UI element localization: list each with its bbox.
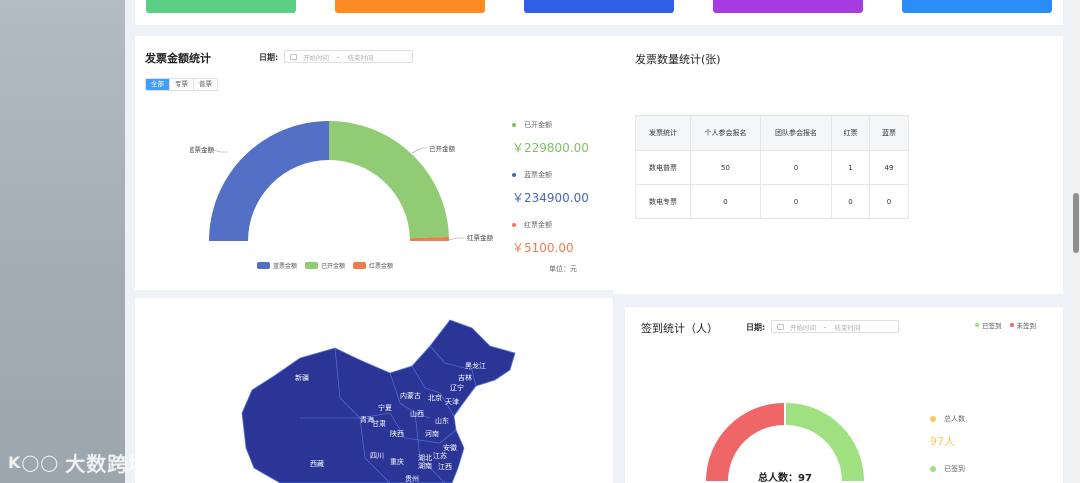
legend-signed[interactable]: 已签到 — [975, 320, 1002, 330]
slice-label-orange: 红票金额 — [467, 233, 494, 242]
qty-header: 个人参会报名 — [690, 115, 761, 151]
map-province-label: 黑龙江 — [465, 361, 486, 370]
slice-label-green: 已开金额 — [429, 144, 456, 153]
page-scrollbar[interactable] — [1072, 0, 1080, 483]
stat-total: 总人数 97人 — [930, 415, 965, 448]
calendar-icon — [290, 53, 297, 60]
stat-issued: 已开金额 ￥229800.00 — [512, 121, 589, 155]
stat-signed: 已签到 — [930, 464, 965, 474]
map-province-label: 重庆 — [390, 457, 404, 466]
slice-label-blue: 蓝票金额 — [190, 145, 215, 154]
calendar-icon — [777, 323, 784, 330]
summary-card[interactable] — [335, 0, 485, 13]
map-province-label: 贵州 — [405, 474, 419, 483]
map-province-label: 湖南 — [418, 461, 432, 470]
table-row: 数电普票 50 0 1 49 — [635, 150, 909, 185]
qty-header: 团队参会报名 — [760, 115, 832, 151]
donut-center-text: 总人数：97 — [758, 471, 812, 483]
summary-card[interactable] — [902, 0, 1052, 13]
qty-header: 发票统计 — [635, 115, 691, 151]
signin-legend: 已签到 未签到 — [975, 320, 1036, 330]
stat-blue: 蓝票金额 ￥234900.00 — [512, 171, 589, 205]
signin-date-range[interactable]: 开始时间 - 结束时间 — [771, 320, 899, 333]
scrollbar-thumb[interactable] — [1073, 193, 1079, 253]
summary-card[interactable] — [524, 0, 674, 13]
donut-signed[interactable] — [786, 403, 864, 481]
stat-red: 红票金额 ￥5100.00 — [512, 221, 574, 255]
map-province-label: 吉林 — [458, 373, 472, 382]
qty-header: 红票 — [831, 115, 870, 151]
left-rail — [0, 0, 125, 483]
start-date-input[interactable]: 开始时间 — [303, 52, 329, 62]
map-province-label: 新疆 — [295, 373, 309, 382]
legend-item-green[interactable]: 已开金额 — [305, 261, 345, 270]
signin-title: 签到统计（人） — [641, 322, 718, 335]
watermark-logo-icon: K◯◯ — [8, 453, 60, 472]
map-province-label: 陕西 — [390, 429, 404, 438]
end-date-input[interactable]: 结束时间 — [347, 52, 373, 62]
map-panel: 黑龙江 吉林 辽宁 内蒙古 北京 新疆 宁夏 山西 青海 甘肃 陕西 河南 山东 西藏 四川 重庆 湖北 安徽 江苏… — [135, 298, 613, 483]
map-province-label: 江苏 — [433, 451, 447, 460]
signin-panel: 签到统计（人） 日期: 开始时间 - 结束时间 已签到 未签到 总人数：97 总… — [625, 307, 1063, 483]
top-cards-panel — [135, 0, 1063, 25]
signin-date-label: 日期: — [746, 323, 766, 332]
map-province-label: 山东 — [435, 416, 449, 425]
qty-panel: 发票数量统计(张) 发票统计 个人参会报名 团队参会报名 红票 蓝票 数电普票 5… — [613, 36, 1063, 294]
map-province-label: 河南 — [425, 429, 439, 438]
map-province-label: 宁夏 — [378, 403, 392, 412]
map-province-label: 江西 — [438, 463, 452, 471]
watermark: K◯◯ 大数跨境 — [8, 448, 149, 477]
table-row: 数电专票 0 0 0 0 — [635, 184, 909, 219]
map-province-label: 内蒙古 — [400, 391, 421, 400]
start-date-input[interactable]: 开始时间 — [790, 322, 816, 332]
map-province-label: 甘肃 — [372, 419, 386, 428]
legend-item-orange[interactable]: 红票金额 — [353, 261, 393, 270]
qty-header: 蓝票 — [869, 115, 909, 151]
invoice-type-tabs: 全部 专票 普票 — [145, 78, 218, 91]
map-province-label: 辽宁 — [450, 383, 464, 392]
donut-unsigned[interactable] — [706, 403, 784, 481]
tab-all[interactable]: 全部 — [146, 79, 170, 90]
amount-panel: 发票金额统计 日期: 开始时间 - 结束时间 全部 专票 普票 蓝票金额 已开金… — [135, 36, 613, 290]
amount-title: 发票金额统计 — [145, 52, 211, 65]
gauge-slice-green[interactable] — [329, 121, 449, 239]
tab-special[interactable]: 专票 — [170, 79, 194, 90]
legend-unsigned[interactable]: 未签到 — [1009, 320, 1036, 330]
map-province-label: 西藏 — [310, 459, 324, 468]
amount-gauge-chart: 蓝票金额 已开金额 红票金额 — [190, 121, 494, 242]
qty-title: 发票数量统计(张) — [635, 53, 721, 66]
map-province-label: 山西 — [410, 409, 424, 418]
map-province-label: 北京 — [428, 393, 442, 402]
gauge-slice-blue[interactable] — [209, 121, 329, 241]
summary-card[interactable] — [146, 0, 296, 13]
date-range-picker[interactable]: 开始时间 - 结束时间 — [284, 50, 413, 63]
tab-ordinary[interactable]: 普票 — [194, 79, 217, 90]
unit-label: 单位：元 — [549, 265, 577, 273]
end-date-input[interactable]: 结束时间 — [834, 322, 860, 332]
map-province-label: 湖北 — [418, 453, 432, 462]
legend-item-blue[interactable]: 蓝票金额 — [257, 261, 297, 270]
qty-table: 发票统计 个人参会报名 团队参会报名 红票 蓝票 数电普票 50 0 1 49 数电专票… — [635, 115, 909, 219]
china-map[interactable]: 黑龙江吉林辽宁内蒙古 北京新疆宁夏山西青海甘肃陕西 河南山东西藏四川重庆 湖北安徽江苏… — [240, 318, 530, 483]
signin-donut-chart: 总人数：97 — [706, 403, 864, 483]
gauge-legend: 蓝票金额 已开金额 红票金额 — [257, 261, 393, 270]
map-province-label: 四川 — [370, 452, 384, 460]
map-province-label: 天津 — [445, 398, 459, 406]
date-label: 日期: — [259, 53, 279, 62]
summary-card[interactable] — [713, 0, 863, 13]
map-province-label: 安徽 — [443, 443, 457, 452]
